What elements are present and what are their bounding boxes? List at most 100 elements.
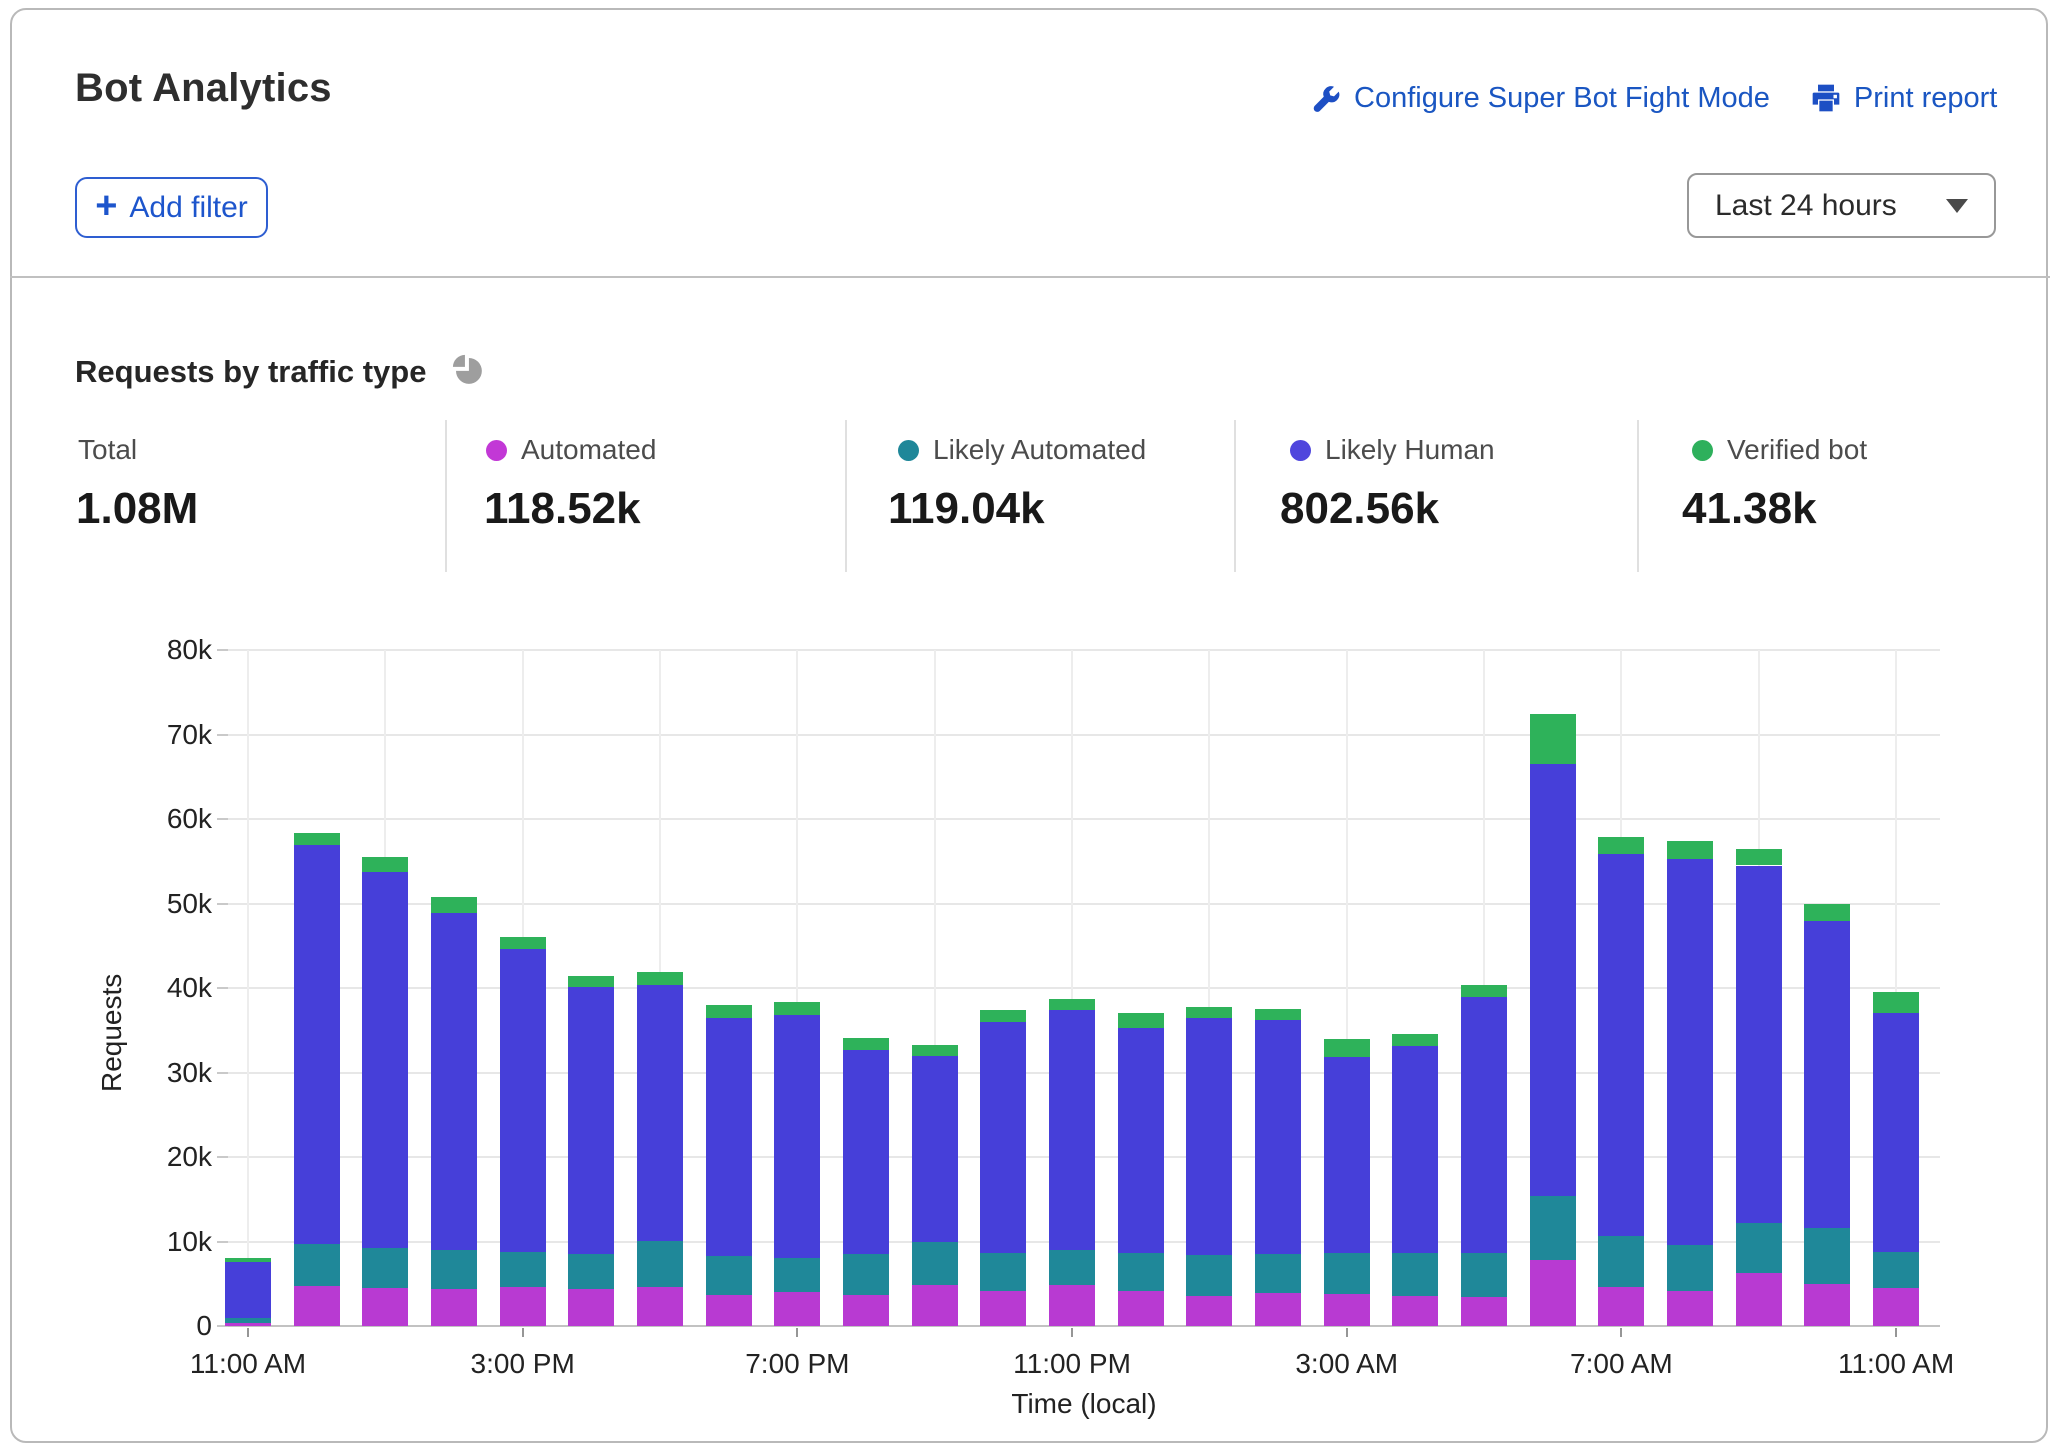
bar-segment-likely-automated[interactable] [1392, 1253, 1438, 1295]
bar-segment-verified-bot[interactable] [1392, 1034, 1438, 1047]
stacked-bar-600am[interactable] [1530, 714, 1576, 1326]
bar-segment-verified-bot[interactable] [1186, 1007, 1232, 1018]
bar-segment-likely-human[interactable] [431, 913, 477, 1250]
print-report-link[interactable]: Print report [1810, 82, 1997, 115]
bar-segment-likely-automated[interactable] [980, 1253, 1026, 1291]
stacked-bar-900pm[interactable] [912, 1045, 958, 1326]
bar-segment-likely-human[interactable] [980, 1022, 1026, 1253]
bar-segment-likely-automated[interactable] [431, 1250, 477, 1289]
stacked-bar-200am[interactable] [1255, 1009, 1301, 1326]
bar-segment-verified-bot[interactable] [1736, 849, 1782, 866]
stacked-bar-200pm[interactable] [431, 897, 477, 1326]
bar-segment-likely-automated[interactable] [774, 1258, 820, 1293]
bar-segment-verified-bot[interactable] [1667, 841, 1713, 859]
stacked-bar-400pm[interactable] [568, 976, 614, 1326]
stacked-bar-500am[interactable] [1461, 985, 1507, 1326]
bar-segment-automated[interactable] [1324, 1294, 1370, 1326]
bar-segment-verified-bot[interactable] [362, 857, 408, 872]
bar-segment-automated[interactable] [843, 1295, 889, 1326]
bar-segment-verified-bot[interactable] [1461, 985, 1507, 998]
stacked-bar-100pm[interactable] [362, 857, 408, 1326]
configure-super-bot-fight-mode-link[interactable]: Configure Super Bot Fight Mode [1310, 82, 1770, 115]
bar-segment-likely-automated[interactable] [912, 1242, 958, 1286]
bar-segment-verified-bot[interactable] [1873, 992, 1919, 1013]
bar-segment-likely-human[interactable] [1461, 997, 1507, 1252]
bar-segment-verified-bot[interactable] [294, 833, 340, 846]
bar-segment-automated[interactable] [1667, 1291, 1713, 1326]
bar-segment-automated[interactable] [1461, 1297, 1507, 1326]
bar-segment-likely-human[interactable] [843, 1050, 889, 1254]
bar-segment-verified-bot[interactable] [1530, 714, 1576, 764]
stacked-bar-100am[interactable] [1186, 1007, 1232, 1326]
bar-segment-likely-automated[interactable] [637, 1241, 683, 1287]
bar-segment-verified-bot[interactable] [912, 1045, 958, 1056]
bar-segment-likely-human[interactable] [912, 1056, 958, 1241]
bar-segment-automated[interactable] [568, 1289, 614, 1326]
bar-segment-likely-automated[interactable] [1736, 1223, 1782, 1273]
bar-segment-automated[interactable] [1049, 1285, 1095, 1326]
bar-segment-verified-bot[interactable] [706, 1005, 752, 1018]
bar-segment-verified-bot[interactable] [1804, 904, 1850, 922]
stacked-bar-1000am[interactable] [1804, 904, 1850, 1327]
bar-segment-likely-automated[interactable] [1804, 1228, 1850, 1284]
bar-segment-likely-automated[interactable] [500, 1252, 546, 1287]
stacked-bar-300am[interactable] [1324, 1039, 1370, 1326]
bar-segment-likely-human[interactable] [1530, 764, 1576, 1196]
bar-segment-automated[interactable] [225, 1323, 271, 1326]
bar-segment-automated[interactable] [500, 1287, 546, 1326]
bar-segment-verified-bot[interactable] [843, 1038, 889, 1050]
bar-segment-likely-human[interactable] [362, 872, 408, 1248]
bar-segment-likely-automated[interactable] [1530, 1196, 1576, 1260]
bar-segment-likely-automated[interactable] [1598, 1236, 1644, 1287]
bar-segment-likely-automated[interactable] [225, 1318, 271, 1323]
bar-segment-automated[interactable] [1530, 1260, 1576, 1326]
stacked-bar-1000pm[interactable] [980, 1010, 1026, 1326]
bar-segment-likely-automated[interactable] [1324, 1253, 1370, 1294]
bar-segment-automated[interactable] [980, 1291, 1026, 1326]
bar-segment-automated[interactable] [1598, 1287, 1644, 1326]
bar-segment-likely-human[interactable] [1049, 1010, 1095, 1250]
bar-segment-likely-human[interactable] [1186, 1018, 1232, 1255]
bar-segment-likely-automated[interactable] [362, 1248, 408, 1288]
bar-segment-automated[interactable] [637, 1287, 683, 1326]
bar-segment-likely-automated[interactable] [1255, 1254, 1301, 1293]
bar-segment-likely-human[interactable] [1392, 1046, 1438, 1253]
bar-segment-verified-bot[interactable] [774, 1002, 820, 1016]
bar-segment-likely-human[interactable] [500, 949, 546, 1252]
add-filter-button[interactable]: + Add filter [75, 177, 268, 238]
bar-segment-likely-automated[interactable] [1873, 1252, 1919, 1288]
bar-segment-automated[interactable] [774, 1292, 820, 1326]
bar-segment-verified-bot[interactable] [1324, 1039, 1370, 1058]
stacked-bar-1100pm[interactable] [1049, 999, 1095, 1326]
bar-segment-verified-bot[interactable] [1049, 999, 1095, 1010]
bar-segment-automated[interactable] [362, 1288, 408, 1326]
bar-segment-automated[interactable] [1186, 1296, 1232, 1326]
bar-segment-likely-human[interactable] [1118, 1028, 1164, 1253]
bar-segment-likely-human[interactable] [568, 987, 614, 1254]
bar-segment-verified-bot[interactable] [637, 972, 683, 985]
stacked-bar-1200am[interactable] [1118, 1013, 1164, 1326]
bar-segment-automated[interactable] [1873, 1288, 1919, 1326]
stacked-bar-700pm[interactable] [774, 1002, 820, 1326]
stacked-bar-400am[interactable] [1392, 1034, 1438, 1326]
bar-segment-likely-automated[interactable] [568, 1254, 614, 1289]
stacked-bar-600pm[interactable] [706, 1005, 752, 1326]
bar-segment-likely-human[interactable] [637, 985, 683, 1241]
bar-segment-likely-human[interactable] [1736, 866, 1782, 1223]
bar-segment-likely-human[interactable] [774, 1015, 820, 1258]
bar-segment-likely-human[interactable] [706, 1018, 752, 1256]
stacked-bar-500pm[interactable] [637, 972, 683, 1326]
bar-segment-automated[interactable] [706, 1295, 752, 1326]
bar-segment-likely-automated[interactable] [1461, 1253, 1507, 1298]
bar-segment-verified-bot[interactable] [1118, 1013, 1164, 1027]
bar-segment-likely-human[interactable] [1598, 854, 1644, 1237]
bar-segment-likely-human[interactable] [1667, 859, 1713, 1245]
bar-segment-automated[interactable] [1804, 1284, 1850, 1326]
stacked-bar-900am[interactable] [1736, 849, 1782, 1326]
bar-segment-likely-automated[interactable] [1186, 1255, 1232, 1296]
bar-segment-likely-human[interactable] [1873, 1013, 1919, 1251]
bar-segment-likely-automated[interactable] [1118, 1253, 1164, 1292]
bar-segment-likely-human[interactable] [1804, 921, 1850, 1228]
bar-segment-likely-automated[interactable] [1667, 1245, 1713, 1291]
bar-segment-verified-bot[interactable] [568, 976, 614, 987]
